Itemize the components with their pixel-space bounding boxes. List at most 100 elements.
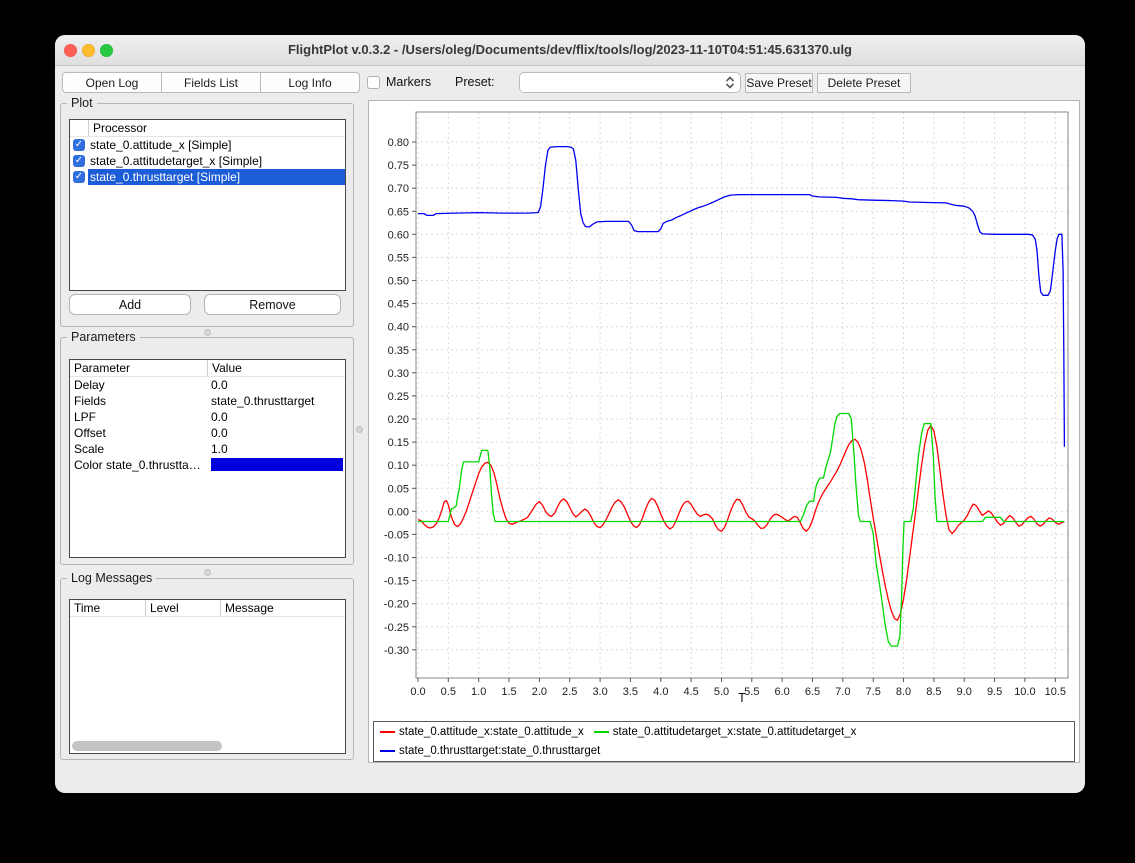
svg-text:0.60: 0.60 [388,229,409,241]
svg-text:0.65: 0.65 [388,206,409,218]
svg-text:9.5: 9.5 [987,686,1002,698]
svg-text:-0.10: -0.10 [384,553,409,565]
param-column-header: Parameter [70,360,207,376]
minimize-window-button[interactable] [82,44,95,57]
parameters-table-header: ParameterValue [70,360,345,377]
horizontal-splitter-handle[interactable] [204,329,211,336]
combo-stepper-icon[interactable] [723,75,737,90]
add-field-button[interactable]: Add [69,294,191,315]
svg-text:T: T [738,691,746,705]
close-window-button[interactable] [64,44,77,57]
parameter-row[interactable]: Offset0.0 [70,425,345,441]
svg-text:7.0: 7.0 [835,686,850,698]
legend-line-sample [380,750,395,752]
parameter-color-cell[interactable] [207,457,345,473]
remove-field-button[interactable]: Remove [204,294,341,315]
delete-preset-button[interactable]: Delete Preset [817,73,911,93]
flightplot-window: FlightPlot v.0.3.2 - /Users/oleg/Documen… [55,35,1085,793]
svg-text:0.55: 0.55 [388,252,409,264]
log-column-header: Level [145,600,220,616]
svg-text:9.0: 9.0 [957,686,972,698]
markers-checkbox[interactable] [367,76,380,89]
field-checkbox[interactable]: ✓ [73,171,85,183]
horizontal-splitter-handle[interactable] [204,569,211,576]
scrollbar-thumb[interactable] [72,741,222,751]
parameter-value[interactable]: 1.0 [207,441,345,457]
fields-list-button[interactable]: Fields List [161,72,261,93]
legend-label: state_0.attitude_x:state_0.attitude_x [399,726,584,738]
parameter-row[interactable]: Delay0.0 [70,377,345,393]
parameters-panel: Parameters ParameterValue Delay0.0Fields… [60,337,354,565]
save-preset-button[interactable]: Save Preset [745,73,813,93]
svg-text:4.5: 4.5 [683,686,698,698]
parameter-name: Color state_0.thrustta… [70,457,207,473]
svg-text:0.15: 0.15 [388,437,409,449]
field-checkbox[interactable]: ✓ [73,155,85,167]
log-column-header: Time [70,600,145,616]
param-column-header: Value [207,360,345,376]
legend-label: state_0.thrusttarget:state_0.thrusttarge… [399,745,600,757]
parameter-name: Offset [70,425,207,441]
field-label: state_0.thrusttarget [Simple] [88,169,345,185]
plot-field-row[interactable]: ✓state_0.thrusttarget [Simple] [70,169,345,185]
svg-text:10.0: 10.0 [1014,686,1035,698]
plot-field-list[interactable]: Processor ✓state_0.attitude_x [Simple]✓s… [69,119,346,291]
svg-text:0.00: 0.00 [388,506,409,518]
vertical-splitter-handle[interactable] [356,426,363,433]
parameter-name: Delay [70,377,207,393]
parameter-row[interactable]: Fieldsstate_0.thrusttarget [70,393,345,409]
svg-text:0.50: 0.50 [388,276,409,288]
plot-field-row[interactable]: ✓state_0.attitude_x [Simple] [70,137,345,153]
parameter-row[interactable]: LPF0.0 [70,409,345,425]
legend-item: state_0.attitude_x:state_0.attitude_x [380,726,584,738]
open-log-button[interactable]: Open Log [62,72,162,93]
parameter-value[interactable]: 0.0 [207,409,345,425]
log-info-button[interactable]: Log Info [260,72,360,93]
plot-panel: Plot Processor ✓state_0.attitude_x [Simp… [60,103,354,327]
window-titlebar[interactable]: FlightPlot v.0.3.2 - /Users/oleg/Documen… [55,35,1085,66]
plot-field-row[interactable]: ✓state_0.attitudetarget_x [Simple] [70,153,345,169]
svg-text:7.5: 7.5 [866,686,881,698]
svg-text:1.5: 1.5 [501,686,516,698]
markers-label: Markers [386,72,431,93]
processor-column-header: Processor [88,120,345,136]
svg-text:-0.30: -0.30 [384,645,409,657]
toolbar: Open Log Fields List Log Info Markers Pr… [55,66,1085,94]
svg-text:6.0: 6.0 [774,686,789,698]
svg-text:0.35: 0.35 [388,345,409,357]
window-title: FlightPlot v.0.3.2 - /Users/oleg/Documen… [125,35,1015,65]
parameter-row[interactable]: Scale1.0 [70,441,345,457]
zoom-window-button[interactable] [100,44,113,57]
parameter-name: Scale [70,441,207,457]
log-messages-table[interactable]: TimeLevelMessage [69,599,346,754]
svg-text:6.5: 6.5 [805,686,820,698]
svg-text:1.0: 1.0 [471,686,486,698]
desktop-background: FlightPlot v.0.3.2 - /Users/oleg/Documen… [0,0,1135,863]
parameter-name: Fields [70,393,207,409]
legend-label: state_0.attitudetarget_x:state_0.attitud… [613,726,857,738]
parameters-panel-title: Parameters [67,330,140,344]
field-label: state_0.attitudetarget_x [Simple] [88,153,345,169]
color-swatch[interactable] [211,458,343,471]
svg-text:10.5: 10.5 [1045,686,1066,698]
svg-text:0.80: 0.80 [388,137,409,149]
svg-text:8.5: 8.5 [926,686,941,698]
parameter-color-row[interactable]: Color state_0.thrustta… [70,457,345,473]
parameter-value[interactable]: 0.0 [207,425,345,441]
field-checkbox[interactable]: ✓ [73,139,85,151]
parameter-value[interactable]: state_0.thrusttarget [207,393,345,409]
svg-text:0.0: 0.0 [410,686,425,698]
svg-text:-0.15: -0.15 [384,576,409,588]
svg-text:0.70: 0.70 [388,183,409,195]
parameters-table[interactable]: ParameterValue Delay0.0Fieldsstate_0.thr… [69,359,346,558]
parameter-value[interactable]: 0.0 [207,377,345,393]
preset-combobox[interactable] [519,72,741,93]
log-horizontal-scrollbar[interactable] [72,741,343,751]
svg-text:-0.05: -0.05 [384,529,409,541]
svg-text:0.5: 0.5 [441,686,456,698]
svg-text:3.0: 3.0 [592,686,607,698]
chart-panel[interactable]: 0.00.51.01.52.02.53.03.54.04.55.05.56.06… [368,100,1080,763]
svg-text:0.30: 0.30 [388,368,409,380]
chart-plot[interactable]: 0.00.51.01.52.02.53.03.54.04.55.05.56.06… [369,101,1079,716]
svg-text:5.0: 5.0 [714,686,729,698]
